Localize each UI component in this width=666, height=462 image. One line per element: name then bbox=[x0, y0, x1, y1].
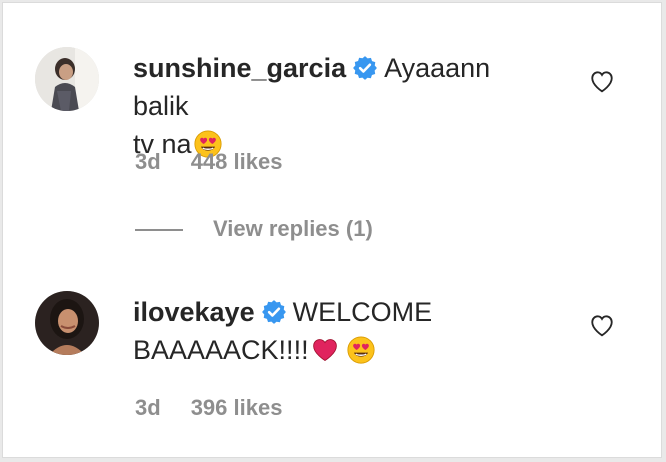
like-heart-icon[interactable] bbox=[589, 313, 615, 337]
username-link[interactable]: ilovekaye bbox=[133, 297, 255, 327]
replies-divider bbox=[135, 229, 183, 232]
comment-text: ilovekaye WELCOME BAAAAACK!!!! bbox=[133, 293, 553, 369]
comment-body-line2: BAAAAACK!!!! bbox=[133, 335, 309, 365]
comment-text: sunshine_garcia Ayaaann balik tv na bbox=[133, 49, 553, 163]
comments-panel: sunshine_garcia Ayaaann balik tv na 3d 448… bbox=[2, 2, 662, 458]
avatar[interactable] bbox=[35, 291, 99, 355]
likes-count[interactable]: 396 likes bbox=[191, 395, 283, 421]
comment-meta: 3d 448 likes bbox=[135, 149, 282, 175]
timestamp[interactable]: 3d bbox=[135, 395, 161, 421]
username-link[interactable]: sunshine_garcia bbox=[133, 53, 346, 83]
timestamp[interactable]: 3d bbox=[135, 149, 161, 175]
view-replies-button[interactable]: View replies (1) bbox=[135, 216, 373, 242]
heart-eyes-emoji-icon bbox=[347, 336, 375, 364]
like-heart-icon[interactable] bbox=[589, 69, 615, 93]
likes-count[interactable]: 448 likes bbox=[191, 149, 283, 175]
verified-badge-icon bbox=[261, 300, 286, 324]
red-heart-emoji-icon bbox=[312, 339, 337, 362]
view-replies-label[interactable]: View replies (1) bbox=[213, 216, 373, 241]
comment-body-line1: WELCOME bbox=[292, 297, 433, 327]
verified-badge-icon bbox=[353, 56, 378, 80]
avatar[interactable] bbox=[35, 47, 99, 111]
comment-meta: 3d 396 likes bbox=[135, 395, 282, 421]
